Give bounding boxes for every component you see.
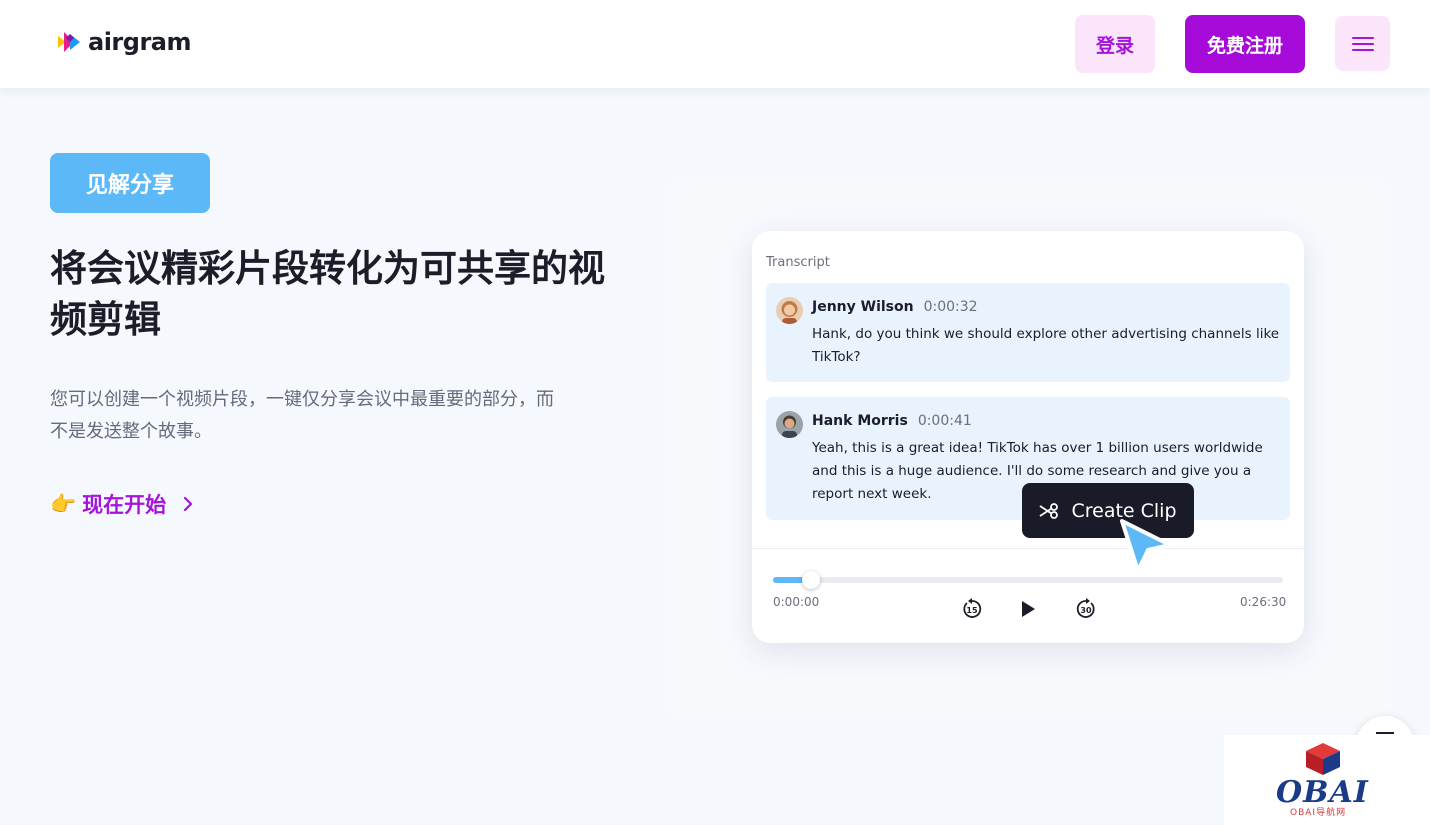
watermark-subtext: OBAI导航网 (1290, 808, 1347, 818)
progress-handle[interactable] (802, 571, 820, 589)
menu-button[interactable] (1335, 16, 1390, 71)
current-time: 0:00:00 (773, 595, 820, 609)
login-button[interactable]: 登录 (1075, 15, 1155, 73)
transcript-label: Transcript (766, 255, 830, 270)
pointing-hand-icon: 👉 (50, 491, 77, 516)
watermark-logo: OBAI OBAI导航网 (1224, 735, 1430, 825)
transcript-message[interactable]: Jenny Wilson 0:00:32 Hank, do you think … (766, 283, 1290, 382)
scissors-icon (1039, 502, 1059, 519)
speaker-name: Hank Morris (812, 413, 908, 429)
cube-icon (1306, 743, 1340, 775)
svg-text:30: 30 (1080, 606, 1092, 615)
signup-button[interactable]: 免费注册 (1185, 15, 1305, 73)
hamburger-icon (1351, 36, 1374, 51)
hero-description: 您可以创建一个视频片段，一键仅分享会议中最重要的部分，而不是发送整个故事。 (50, 389, 554, 442)
get-started-label: 现在开始 (82, 493, 167, 517)
playback-progress-bar[interactable] (773, 571, 1283, 589)
message-text: Hank, do you think we should explore oth… (812, 326, 1280, 365)
message-timestamp: 0:00:41 (917, 413, 972, 429)
rewind-15-icon: 15 (963, 598, 982, 618)
airgram-logo-icon (58, 32, 80, 52)
total-time: 0:26:30 (1240, 595, 1287, 609)
hero-title: 将会议精彩片段转化为可共享的视频剪辑 (50, 247, 605, 341)
site-header: airgram 登录 免费注册 (0, 0, 1430, 88)
mouse-cursor-icon (1120, 519, 1172, 573)
speaker-name: Jenny Wilson (812, 299, 914, 315)
rewind-15-button[interactable]: 15 (960, 597, 984, 621)
chevron-right-icon (184, 496, 193, 512)
insight-sharing-badge: 见解分享 (50, 153, 210, 213)
message-timestamp: 0:00:32 (923, 299, 978, 315)
forward-30-button[interactable]: 30 (1074, 597, 1098, 621)
divider (752, 548, 1304, 549)
svg-text:15: 15 (966, 606, 978, 615)
avatar (776, 411, 803, 438)
transcript-card: Transcript Jenny Wilson 0:00:32 Hank, do… (752, 231, 1304, 643)
avatar (776, 297, 803, 324)
airgram-logo[interactable]: airgram (56, 28, 191, 56)
minimize-icon (1376, 732, 1394, 734)
get-started-link[interactable]: 👉 现在开始 (50, 489, 198, 519)
play-icon (1022, 601, 1035, 617)
play-button[interactable] (1016, 597, 1040, 621)
logo-text: airgram (88, 28, 191, 56)
forward-30-icon: 30 (1076, 598, 1095, 618)
